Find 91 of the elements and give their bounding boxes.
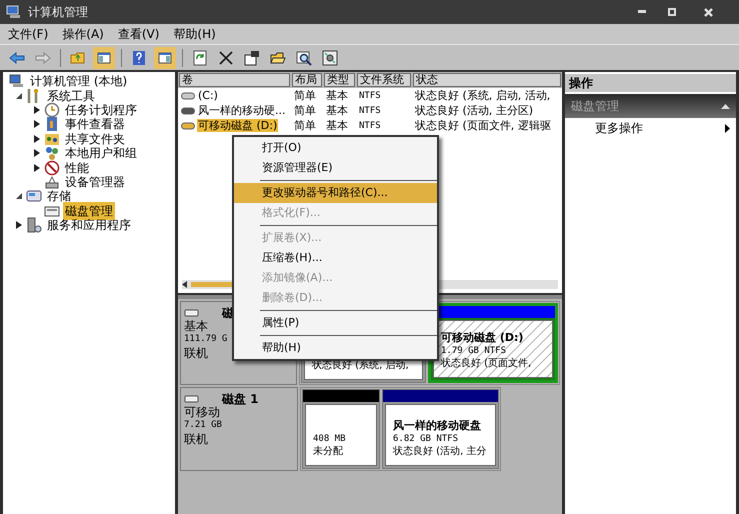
column-header[interactable]: 布局 (292, 73, 322, 87)
table-cell: 状态良好 (页面文件, 逻辑驱 (415, 119, 551, 132)
collapsed-arrow-icon[interactable] (15, 221, 23, 230)
node-icon (44, 160, 60, 176)
menu-item[interactable]: 文件(F) (8, 25, 48, 43)
partition-status: 状态良好 (活动, 主分 (393, 445, 486, 459)
collapsed-arrow-icon[interactable] (33, 120, 41, 128)
menu-item[interactable]: 打开(O) (234, 138, 437, 158)
node-icon (44, 145, 60, 162)
collapsed-arrow-icon[interactable] (33, 134, 41, 143)
menu-item[interactable]: 帮助(H) (173, 25, 216, 43)
expanded-arrow-icon[interactable] (15, 92, 23, 100)
delete-icon[interactable] (218, 50, 234, 66)
partition-status: 状态良好 (页面文件, (441, 357, 532, 371)
collapsed-arrow-icon[interactable] (33, 106, 41, 114)
collapsed-arrow-icon[interactable] (33, 164, 41, 172)
column-header[interactable]: 卷 (179, 73, 290, 87)
node-icon (44, 102, 60, 118)
node-icon (9, 73, 25, 90)
section-title: 磁盘管理 (571, 98, 619, 115)
node-icon (26, 217, 42, 234)
toggle-button[interactable] (154, 46, 176, 68)
pane-icon (157, 50, 173, 66)
folder-icon[interactable] (70, 50, 86, 66)
disk-type: 基本 (184, 320, 208, 333)
section-header[interactable]: 磁盘管理 (565, 94, 736, 118)
open-folder-icon[interactable] (270, 50, 286, 66)
collapsed-arrow-icon[interactable] (33, 149, 41, 158)
menu-item[interactable]: 查看(V) (118, 25, 160, 43)
drive-icon (181, 106, 195, 114)
panel-header: 操作 (565, 74, 736, 92)
node-icon (26, 188, 42, 204)
partition-size: 408 MB (313, 433, 346, 445)
scroll-left-arrow-icon[interactable] (182, 281, 187, 288)
help-icon[interactable] (131, 50, 147, 66)
disk-size: 7.21 GB (184, 419, 222, 431)
menu-item[interactable]: 压缩卷(H)... (234, 248, 437, 268)
maximize-icon[interactable] (668, 8, 676, 16)
partition-status: 未分配 (313, 445, 343, 459)
drive-icon (181, 122, 195, 130)
table-cell: 基本 (326, 89, 348, 102)
table-cell: 基本 (326, 104, 348, 117)
menu-item[interactable]: 操作(A) (62, 25, 104, 43)
volume-name[interactable]: 可移动磁盘 (D:) (197, 119, 278, 132)
volume-name[interactable]: (C:) (197, 89, 219, 102)
column-header[interactable]: 文件系统 (357, 73, 411, 87)
back-arrow-icon[interactable] (9, 50, 25, 66)
drive-icon (181, 92, 195, 100)
table-cell: NTFS (359, 120, 381, 132)
node-icon (44, 174, 60, 190)
magnifier-icon[interactable] (296, 50, 312, 66)
table-cell: 简单 (294, 119, 316, 132)
column-header[interactable]: 状态 (413, 73, 561, 87)
expanded-arrow-icon[interactable] (15, 192, 23, 200)
menu-item[interactable]: 更改驱动器号和路径(C)... (234, 183, 437, 203)
volume-name[interactable]: 风一样的移动硬... (197, 104, 286, 117)
properties-icon[interactable] (244, 50, 260, 66)
table-cell: NTFS (359, 90, 381, 102)
table-cell: 状态良好 (活动, 主分区) (415, 104, 534, 117)
partition[interactable]: 风一样的移动硬盘 6.82 GB NTFS 状态良好 (活动, 主分 (382, 389, 499, 469)
minimize-icon[interactable] (638, 10, 646, 14)
partition[interactable]: 408 MB 未分配 (302, 389, 380, 469)
disk-type: 可移动 (184, 406, 220, 419)
partition[interactable]: 可移动磁盘 (D:) 1.79 GB NTFS 状态良好 (页面文件, (428, 303, 558, 383)
pane-icon (96, 50, 112, 66)
node-icon (44, 116, 60, 132)
table-cell: 简单 (294, 104, 316, 117)
partition-name: 可移动磁盘 (D:) (441, 331, 524, 345)
table-cell: 状态良好 (系统, 启动, 活动, (415, 89, 550, 102)
menu-item[interactable]: 资源管理器(E) (234, 158, 437, 178)
action-item[interactable]: 更多操作 (595, 119, 643, 137)
window-title: 计算机管理 (28, 4, 88, 21)
toggle-button[interactable] (93, 46, 115, 68)
disk-status: 联机 (184, 431, 208, 447)
submenu-arrow-icon[interactable] (725, 124, 730, 132)
refresh-icon[interactable] (192, 50, 208, 66)
table-cell: NTFS (359, 104, 381, 116)
collapse-icon[interactable] (721, 104, 730, 108)
close-icon[interactable] (704, 8, 713, 16)
table-cell: 简单 (294, 89, 316, 102)
table-cell: 基本 (326, 119, 348, 132)
partition-size: 6.82 GB NTFS (393, 433, 458, 445)
disk-status: 联机 (184, 345, 208, 361)
column-header[interactable]: 类型 (324, 73, 355, 87)
partition-size: 1.79 GB NTFS (441, 345, 506, 357)
disk-name: 磁盘 1 (222, 391, 259, 408)
computer-icon (6, 5, 22, 19)
tree-item[interactable]: 磁盘管理 (63, 202, 115, 220)
disk-size: 111.79 G (184, 333, 228, 345)
partition-name: 风一样的移动硬盘 (393, 419, 481, 433)
settings-icon[interactable] (322, 50, 338, 66)
